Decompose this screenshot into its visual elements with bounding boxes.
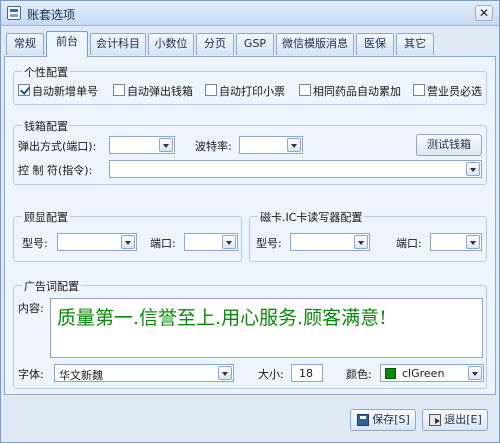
advert-content-input[interactable]: 质量第一.信誉至上.用心服务.顾客满意! bbox=[50, 298, 483, 358]
test-cashbox-button[interactable]: 测试钱箱 bbox=[416, 134, 482, 156]
app-icon bbox=[7, 6, 21, 20]
auto-print-receipt-checkbox[interactable] bbox=[205, 84, 217, 96]
merge-same-drug-checkbox[interactable] bbox=[299, 84, 311, 96]
save-button[interactable]: 保存[S] bbox=[350, 409, 416, 431]
advert-content-text: 质量第一.信誉至上.用心服务.顾客满意! bbox=[57, 307, 387, 329]
clerk-required-checkbox[interactable] bbox=[413, 84, 425, 96]
tab-gsp[interactable]: GSP bbox=[236, 33, 274, 55]
tab-strip: 常规 前台 会计科目 小数位 分页 GSP 微信模版消息 医保 其它 bbox=[4, 31, 498, 57]
card-reader-group: 磁卡.IC卡读写器配置 型号: 端口: bbox=[249, 209, 487, 262]
tab-general[interactable]: 常规 bbox=[6, 33, 44, 55]
tab-medical-insurance[interactable]: 医保 bbox=[356, 33, 394, 55]
font-value: 华文新魏 bbox=[59, 369, 103, 382]
size-value: 18 bbox=[299, 367, 313, 380]
cashbox-config-group: 钱箱配置 弹出方式(端口): 波特率: 测试钱箱 控 制 符(指令): bbox=[13, 118, 487, 185]
tab-other[interactable]: 其它 bbox=[396, 33, 434, 55]
tab-wechat-template[interactable]: 微信模版消息 bbox=[276, 33, 354, 55]
popup-mode-label: 弹出方式(端口): bbox=[18, 140, 97, 153]
display-model-label: 型号: bbox=[22, 237, 48, 250]
reader-port-label: 端口: bbox=[396, 237, 422, 250]
frontdesk-panel: 个性配置 自动新增单号 自动弹出钱箱 自动打印小票 相同药品自动累加 营业员必选… bbox=[4, 56, 496, 395]
close-button[interactable]: ✕ bbox=[475, 5, 493, 21]
clerk-required-label: 营业员必选 bbox=[427, 85, 482, 98]
color-label: 颜色: bbox=[346, 368, 372, 381]
popup-mode-select[interactable] bbox=[109, 136, 175, 154]
window-title: 账套选项 bbox=[27, 8, 76, 22]
control-command-select[interactable] bbox=[109, 160, 482, 178]
display-model-select[interactable] bbox=[57, 233, 137, 251]
chevron-down-icon[interactable] bbox=[218, 366, 232, 380]
footer-bar: 保存[S] 退出[E] bbox=[1, 399, 499, 443]
auto-new-number-checkbox[interactable] bbox=[18, 84, 30, 96]
auto-new-number-label: 自动新增单号 bbox=[32, 85, 98, 98]
reader-port-select[interactable] bbox=[430, 233, 482, 251]
chevron-down-icon[interactable] bbox=[468, 366, 482, 380]
title-bar: 账套选项 ✕ bbox=[1, 1, 499, 26]
baud-rate-select[interactable] bbox=[239, 136, 303, 154]
cashbox-config-title: 钱箱配置 bbox=[22, 118, 70, 134]
display-port-label: 端口: bbox=[150, 237, 176, 250]
advert-config-title: 广告词配置 bbox=[22, 278, 81, 294]
exit-icon bbox=[429, 414, 441, 426]
color-select[interactable]: clGreen bbox=[380, 364, 484, 382]
color-value: clGreen bbox=[402, 367, 445, 380]
auto-open-cashbox-label: 自动弹出钱箱 bbox=[127, 85, 193, 98]
control-command-label: 控 制 符(指令): bbox=[18, 164, 93, 177]
size-label: 大小: bbox=[258, 368, 284, 381]
chevron-down-icon[interactable] bbox=[222, 235, 236, 249]
chevron-down-icon[interactable] bbox=[354, 235, 368, 249]
customer-display-title: 顾显配置 bbox=[22, 209, 70, 225]
chevron-down-icon[interactable] bbox=[159, 138, 173, 152]
advert-content-label: 内容: bbox=[18, 302, 44, 315]
chevron-down-icon[interactable] bbox=[466, 162, 480, 176]
tab-decimals[interactable]: 小数位 bbox=[148, 33, 194, 55]
reader-model-label: 型号: bbox=[256, 237, 282, 250]
color-swatch bbox=[385, 368, 396, 379]
tab-paging[interactable]: 分页 bbox=[196, 33, 234, 55]
auto-open-cashbox-checkbox[interactable] bbox=[113, 84, 125, 96]
chevron-down-icon[interactable] bbox=[466, 235, 480, 249]
auto-print-receipt-label: 自动打印小票 bbox=[219, 85, 285, 98]
merge-same-drug-label: 相同药品自动累加 bbox=[313, 85, 401, 98]
customer-display-group: 顾显配置 型号: 端口: bbox=[13, 209, 242, 262]
reader-model-select[interactable] bbox=[290, 233, 370, 251]
tab-frontdesk[interactable]: 前台 bbox=[46, 31, 88, 57]
save-button-label: 保存[S] bbox=[372, 413, 410, 426]
advert-config-group: 广告词配置 内容: 质量第一.信誉至上.用心服务.顾客满意! 字体: 华文新魏 … bbox=[13, 278, 487, 389]
baud-rate-label: 波特率: bbox=[195, 140, 232, 153]
tab-accounts[interactable]: 会计科目 bbox=[90, 33, 146, 55]
font-select[interactable]: 华文新魏 bbox=[54, 364, 234, 382]
exit-button-label: 退出[E] bbox=[444, 413, 482, 426]
chevron-down-icon[interactable] bbox=[121, 235, 135, 249]
size-input[interactable]: 18 bbox=[291, 364, 323, 382]
personal-config-group: 个性配置 自动新增单号 自动弹出钱箱 自动打印小票 相同药品自动累加 营业员必选 bbox=[13, 64, 487, 105]
chevron-down-icon[interactable] bbox=[287, 138, 301, 152]
card-reader-title: 磁卡.IC卡读写器配置 bbox=[258, 209, 365, 225]
font-label: 字体: bbox=[18, 368, 44, 381]
exit-button[interactable]: 退出[E] bbox=[422, 409, 488, 431]
display-port-select[interactable] bbox=[184, 233, 238, 251]
save-icon bbox=[357, 414, 369, 426]
close-icon: ✕ bbox=[478, 6, 490, 20]
options-window: 账套选项 ✕ 常规 前台 会计科目 小数位 分页 GSP 微信模版消息 医保 其… bbox=[0, 0, 500, 443]
personal-config-title: 个性配置 bbox=[22, 64, 70, 80]
